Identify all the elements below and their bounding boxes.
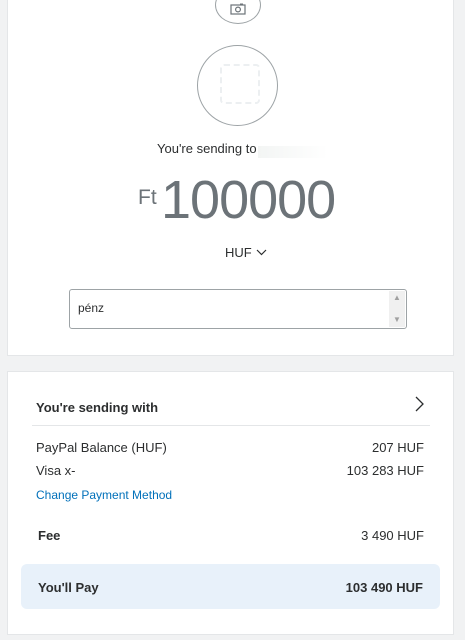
total-amount: 103 490 HUF — [345, 580, 423, 595]
funding-source-amount: 103 283 HUF — [346, 463, 424, 478]
chevron-right-icon[interactable] — [415, 396, 424, 412]
sending-with-label: You're sending with — [36, 400, 159, 415]
funding-source-amount: 207 HUF — [371, 440, 424, 455]
camera-icon[interactable] — [215, 0, 261, 24]
funding-source-label: Visa x- — [36, 463, 76, 478]
total-label: You'll Pay — [38, 580, 99, 595]
sending-to-label: You're sending to — [157, 141, 257, 156]
currency-dropdown[interactable]: HUF — [225, 245, 267, 260]
total-pay-box: You'll Pay 103 490 HUF — [21, 564, 440, 609]
change-payment-method-link[interactable]: Change Payment Method — [36, 488, 172, 502]
currency-code: HUF — [225, 245, 252, 260]
chevron-down-icon — [256, 249, 267, 256]
recipient-name — [258, 146, 328, 158]
fee-label: Fee — [38, 528, 61, 543]
divider — [32, 425, 430, 426]
scroll-down-icon[interactable]: ▼ — [393, 316, 401, 324]
avatar-icon — [220, 64, 260, 104]
send-amount-card: You're sending to Ft 100000 HUF pénz ▲ ▼ — [7, 0, 454, 356]
scroll-up-icon[interactable]: ▲ — [393, 294, 401, 302]
fee-amount: 3 490 HUF — [361, 528, 424, 543]
note-text[interactable]: pénz — [78, 301, 104, 315]
amount-value[interactable]: 100000 — [161, 168, 336, 232]
note-scrollbar[interactable]: ▲ ▼ — [389, 291, 405, 327]
funding-source-label: PayPal Balance (HUF) — [36, 440, 167, 455]
currency-symbol: Ft — [138, 186, 157, 209]
note-field[interactable]: pénz ▲ ▼ — [69, 289, 407, 329]
recipient-avatar — [197, 45, 278, 126]
